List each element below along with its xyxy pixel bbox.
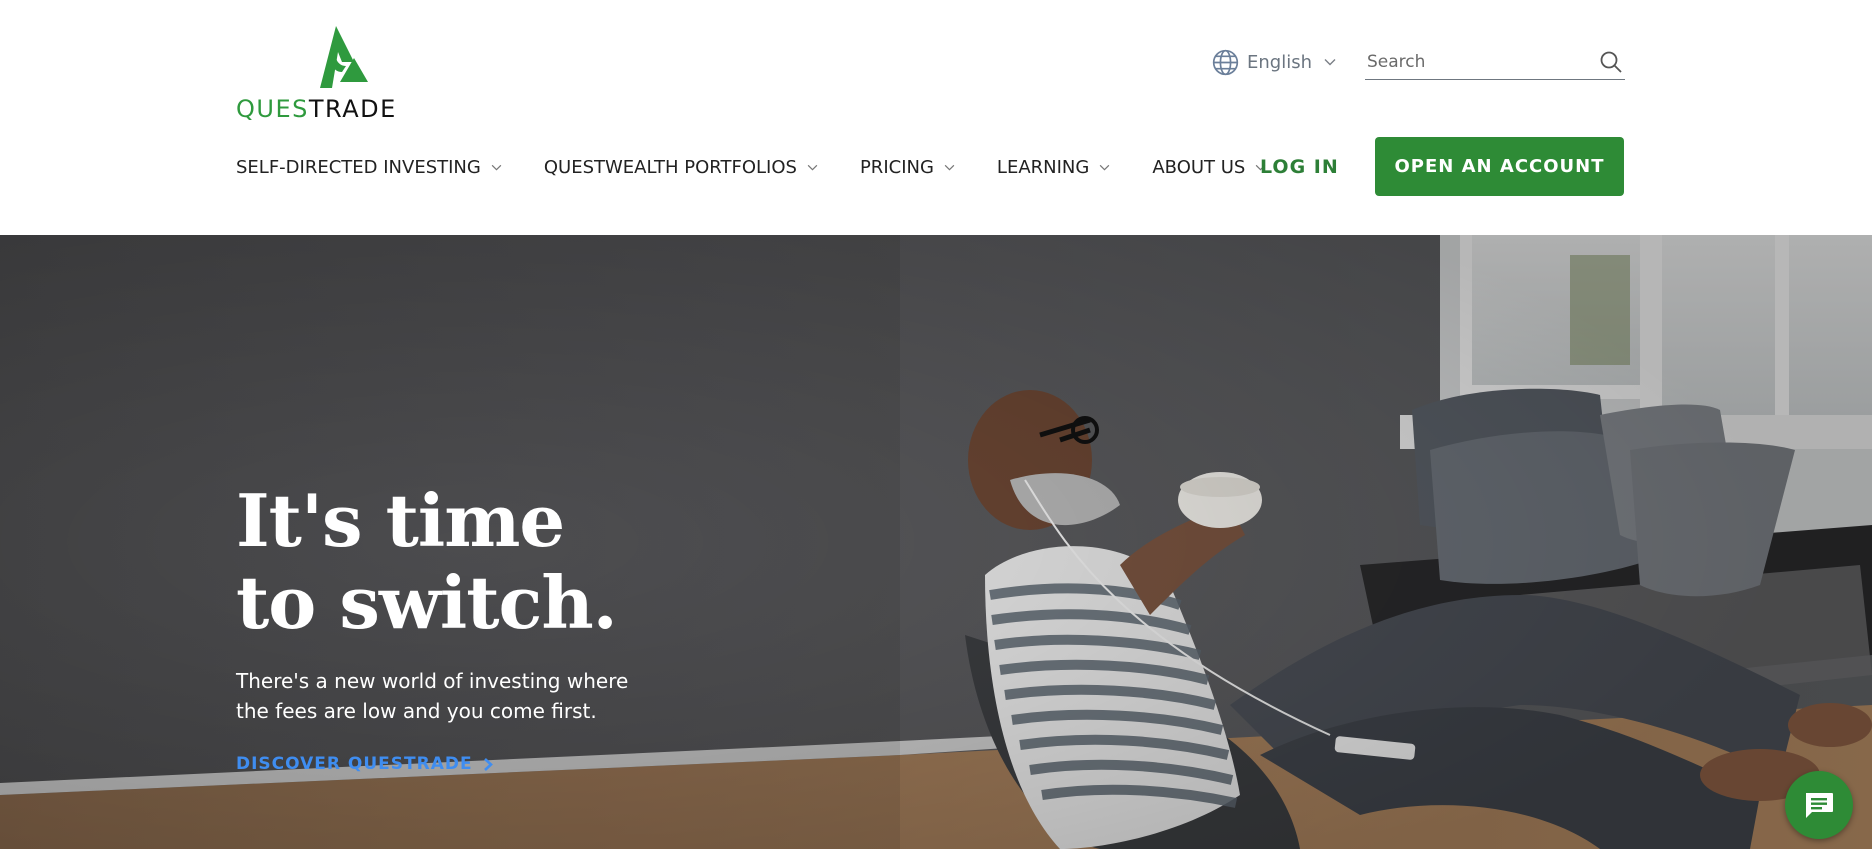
search-icon[interactable] [1599, 50, 1623, 74]
main-nav: SELF-DIRECTED INVESTING QUESTWEALTH PORT… [236, 150, 1316, 184]
hero-subtitle: There's a new world of investing where t… [236, 669, 629, 723]
logo-wordmark-green: QUES [236, 95, 309, 123]
site-header: QUESTRADE English SELF-DIRECTED INVESTIN… [0, 0, 1872, 235]
chat-bubble-icon [1806, 793, 1833, 818]
hero-title-line2: to switch. [236, 560, 618, 645]
open-account-button[interactable]: OPEN AN ACCOUNT [1375, 137, 1624, 196]
nav-item-label: ABOUT US [1152, 156, 1246, 178]
nav-pricing[interactable]: PRICING [860, 157, 955, 178]
questrade-logo[interactable]: QUESTRADE [236, 26, 440, 122]
nav-item-label: QUESTWEALTH PORTFOLIOS [543, 156, 797, 178]
chevron-down-icon [491, 164, 502, 171]
nav-about-us[interactable]: ABOUT US [1152, 157, 1266, 178]
language-selector[interactable]: English [1212, 44, 1340, 80]
chevron-down-icon [1324, 59, 1336, 66]
logo-wordmark: QUESTRADE [236, 96, 397, 122]
discover-questrade-label: DISCOVER QUESTRADE [236, 754, 473, 774]
chevron-down-icon [944, 164, 955, 171]
search-input[interactable] [1365, 44, 1585, 79]
search-bar [1365, 44, 1625, 80]
nav-item-label: SELF-DIRECTED INVESTING [236, 156, 481, 178]
hero-title-line1: It's time [236, 478, 565, 563]
questrade-logo-icon [320, 26, 368, 88]
hero-title: It's time to switch. [236, 480, 756, 644]
nav-item-label: LEARNING [996, 156, 1090, 178]
hero-copy: It's time to switch. There's a new world… [236, 480, 756, 775]
hero-banner: It's time to switch. There's a new world… [0, 235, 1872, 849]
globe-icon [1212, 49, 1239, 75]
logo-wordmark-black: TRADE [308, 95, 397, 123]
chevron-down-icon [807, 164, 818, 171]
nav-questwealth-portfolios[interactable]: QUESTWEALTH PORTFOLIOS [544, 157, 818, 178]
chat-button[interactable] [1785, 771, 1853, 839]
nav-self-directed-investing[interactable]: SELF-DIRECTED INVESTING [236, 157, 502, 178]
nav-learning[interactable]: LEARNING [997, 157, 1110, 178]
login-link[interactable]: LOG IN [1260, 150, 1339, 184]
nav-item-label: PRICING [859, 156, 934, 178]
discover-questrade-link[interactable]: DISCOVER QUESTRADE [236, 754, 493, 774]
language-label: English [1247, 51, 1312, 73]
chevron-right-icon [483, 757, 493, 771]
chevron-down-icon [1100, 164, 1110, 171]
